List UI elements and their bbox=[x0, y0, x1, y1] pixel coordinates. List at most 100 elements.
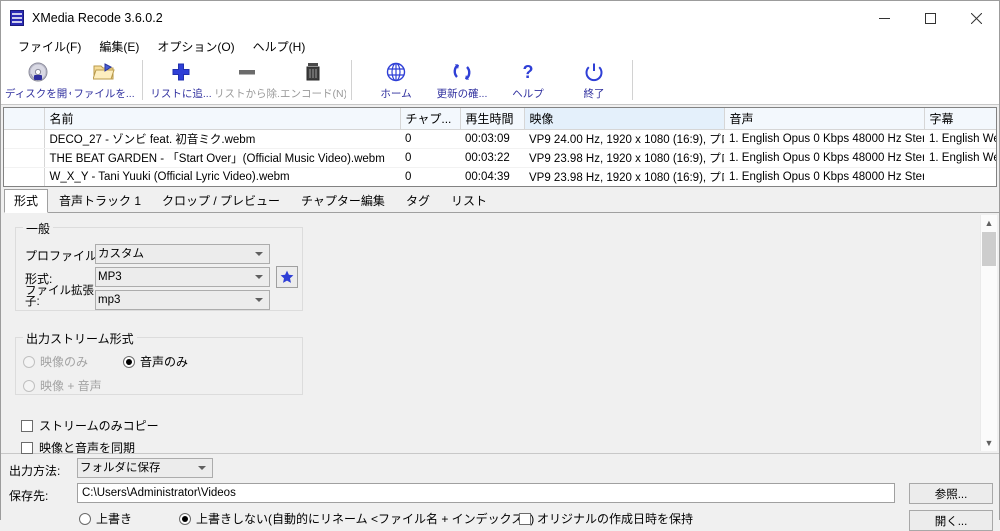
cell-subtitle: 1. English Web... bbox=[924, 187, 997, 188]
col-subtitle[interactable]: 字幕 bbox=[924, 108, 996, 130]
output-method-select[interactable]: フォルダに保存 bbox=[77, 458, 213, 478]
trash-encode-icon bbox=[302, 60, 324, 84]
extension-label: ファイル拡張子: bbox=[25, 285, 94, 308]
window-title: XMedia Recode 3.6.0.2 bbox=[32, 11, 163, 25]
power-icon bbox=[583, 60, 605, 84]
checkbox-stream-copy-only-label: ストリームのみコピー bbox=[39, 419, 159, 433]
cell-video: VP9 23.98 Hz, 1920 x 1080 (16:9), プロ... bbox=[524, 167, 724, 186]
check-update-label: 更新の確... bbox=[436, 88, 488, 100]
plus-icon bbox=[170, 60, 192, 84]
tab-list[interactable]: リスト bbox=[440, 189, 497, 212]
radio-video-only-label: 映像のみ bbox=[40, 355, 89, 369]
maximize-button[interactable] bbox=[907, 1, 953, 35]
cell-video: VP9 23.98 Hz, 1080 x 1920 (0.5625), プ... bbox=[524, 187, 724, 188]
radio-video-audio-label: 映像 + 音声 bbox=[40, 379, 102, 393]
cell-duration: 00:04:39 bbox=[460, 167, 524, 186]
cell-subtitle: 1. English Web... bbox=[924, 148, 996, 168]
tab-crop-preview[interactable]: クロップ / プレビュー bbox=[152, 189, 291, 212]
menu-file[interactable]: ファイル(F) bbox=[9, 36, 90, 57]
destination-label: 保存先: bbox=[9, 489, 49, 503]
profile-select-control[interactable]: カスタム bbox=[95, 244, 270, 264]
open-disc-label: ディスクを開く bbox=[5, 88, 71, 100]
remove-from-list-button[interactable]: リストから除... bbox=[214, 57, 280, 103]
open-disc-button[interactable]: ディスクを開く bbox=[5, 57, 71, 103]
radio-no-overwrite[interactable]: 上書きしない(自動的にリネーム <ファイル名 + インデックス>) bbox=[179, 510, 534, 527]
add-to-list-button[interactable]: リストに追... bbox=[148, 57, 214, 103]
checkbox-box bbox=[519, 512, 531, 525]
scroll-down-arrow-icon[interactable]: ▼ bbox=[981, 435, 997, 451]
table-row[interactable]: THE BEAT GARDEN - 「Start Over」(Official … bbox=[4, 148, 996, 168]
menu-options[interactable]: オプション(O) bbox=[148, 36, 243, 57]
table-row[interactable]: WurtS - Talking Box (Dirty Pop Remix) (M… bbox=[4, 187, 997, 188]
star-icon bbox=[280, 270, 294, 283]
extension-select-control[interactable]: mp3 bbox=[95, 290, 270, 310]
radio-no-overwrite-label: 上書きしない(自動的にリネーム <ファイル名 + インデックス>) bbox=[196, 512, 535, 526]
app-filmstrip-icon bbox=[10, 10, 24, 26]
col-index[interactable] bbox=[4, 108, 45, 130]
home-label: ホーム bbox=[380, 88, 412, 100]
scroll-up-arrow-icon[interactable]: ▲ bbox=[981, 215, 997, 231]
format-select[interactable]: MP3 bbox=[95, 267, 270, 287]
radio-audio-only-label: 音声のみ bbox=[140, 355, 189, 369]
radio-video-only[interactable]: 映像のみ bbox=[23, 353, 88, 370]
tab-format[interactable]: 形式 bbox=[4, 189, 49, 213]
file-list-header: 名前 チャプ... 再生時間 映像 音声 字幕 bbox=[4, 108, 996, 130]
radio-video-audio[interactable]: 映像 + 音声 bbox=[23, 377, 102, 394]
panel-scrollbar[interactable]: ▲ ▼ bbox=[980, 215, 997, 451]
minimize-button[interactable] bbox=[861, 1, 907, 35]
tab-audio-track-1[interactable]: 音声トラック 1 bbox=[49, 189, 152, 212]
col-name[interactable]: 名前 bbox=[44, 108, 401, 130]
format-select-control[interactable]: MP3 bbox=[95, 267, 270, 287]
profile-label: プロファイル: bbox=[25, 249, 101, 263]
radio-dot bbox=[123, 355, 135, 368]
tab-bar: 形式 音声トラック 1 クロップ / プレビュー チャプター編集 タグ リスト bbox=[4, 189, 999, 213]
col-chapters[interactable]: チャプ... bbox=[400, 108, 461, 130]
open-file-button[interactable]: ファイルを... bbox=[71, 57, 137, 103]
cell-subtitle: 1. English Web... bbox=[924, 129, 996, 149]
col-audio[interactable]: 音声 bbox=[724, 108, 925, 130]
radio-overwrite[interactable]: 上書き bbox=[79, 510, 132, 527]
toolbar-separator-2 bbox=[351, 60, 352, 100]
tab-chapter-edit[interactable]: チャプター編集 bbox=[291, 189, 395, 212]
checkbox-stream-copy-only[interactable]: ストリームのみコピー bbox=[21, 417, 159, 434]
cell-subtitle bbox=[924, 167, 996, 186]
cell-name: DECO_27 - ゾンビ feat. 初音ミク.webm bbox=[44, 129, 400, 149]
minus-icon bbox=[236, 60, 258, 84]
radio-audio-only[interactable]: 音声のみ bbox=[123, 353, 188, 370]
col-duration[interactable]: 再生時間 bbox=[460, 108, 525, 130]
tab-tag[interactable]: タグ bbox=[395, 189, 440, 212]
col-video[interactable]: 映像 bbox=[524, 108, 725, 130]
table-row[interactable]: DECO_27 - ゾンビ feat. 初音ミク.webm 0 00:03:09… bbox=[4, 129, 996, 149]
profile-select[interactable]: カスタム bbox=[95, 244, 270, 264]
help-button[interactable]: ? ヘルプ bbox=[495, 57, 561, 103]
extension-select[interactable]: mp3 bbox=[95, 290, 270, 310]
toolbar: ディスクを開く ファイルを... リストに追... リストから除... エンコー… bbox=[1, 57, 999, 105]
checkbox-keep-original-date-label: オリジナルの作成日時を保持 bbox=[537, 512, 694, 526]
cell-video: VP9 24.00 Hz, 1920 x 1080 (16:9), プロ... bbox=[524, 129, 724, 149]
cell-name: WurtS - Talking Box (Dirty Pop Remix) (M… bbox=[44, 187, 400, 188]
window-controls bbox=[861, 1, 999, 35]
menu-help[interactable]: ヘルプ(H) bbox=[244, 36, 315, 57]
output-settings: 出力方法: フォルダに保存 保存先: 参照... 開く... 上書き 上書きしな… bbox=[1, 454, 999, 531]
encode-button[interactable]: エンコード(N) bbox=[280, 57, 346, 103]
scrollbar-thumb[interactable] bbox=[982, 232, 996, 266]
check-update-button[interactable]: 更新の確... bbox=[429, 57, 495, 103]
cell-video: VP9 23.98 Hz, 1920 x 1080 (16:9), プロ... bbox=[524, 148, 724, 168]
browse-button[interactable]: 参照... bbox=[909, 483, 993, 504]
exit-label: 終了 bbox=[583, 88, 605, 100]
menu-bar: ファイル(F) 編集(E) オプション(O) ヘルプ(H) bbox=[1, 35, 999, 57]
destination-input[interactable] bbox=[77, 483, 895, 503]
close-button[interactable] bbox=[953, 1, 999, 35]
checkbox-keep-original-date[interactable]: オリジナルの作成日時を保持 bbox=[519, 510, 693, 527]
add-to-list-label: リストに追... bbox=[150, 88, 212, 100]
file-list[interactable]: 名前 チャプ... 再生時間 映像 音声 字幕 DECO_27 - ゾンビ fe… bbox=[3, 107, 997, 187]
exit-button[interactable]: 終了 bbox=[561, 57, 627, 103]
output-method-select-control[interactable]: フォルダに保存 bbox=[77, 458, 213, 478]
menu-edit[interactable]: 編集(E) bbox=[90, 36, 148, 57]
radio-overwrite-label: 上書き bbox=[96, 512, 133, 526]
table-row[interactable]: W_X_Y - Tani Yuuki (Official Lyric Video… bbox=[4, 167, 996, 186]
favorite-button[interactable] bbox=[276, 266, 298, 288]
home-button[interactable]: ホーム bbox=[363, 57, 429, 103]
open-folder-button[interactable]: 開く... bbox=[909, 510, 993, 531]
checkbox-box bbox=[21, 419, 33, 432]
